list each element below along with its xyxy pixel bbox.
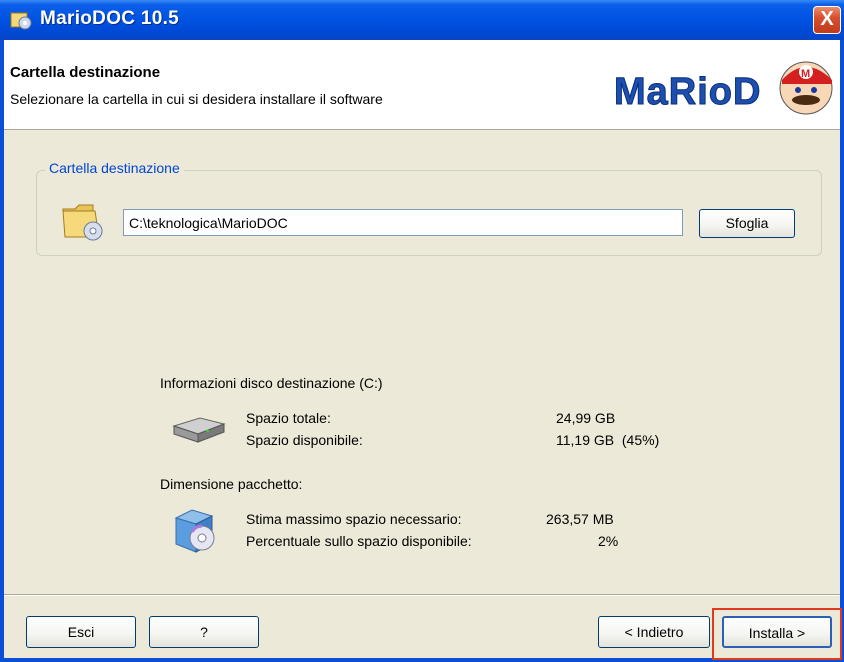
install-button[interactable]: Installa > [722,616,832,648]
percent-space-label: Percentuale sullo spazio disponibile: [246,533,472,549]
page-subtitle: Selezionare la cartella in cui si deside… [10,91,383,107]
available-space-value: 11,19 GB (45%) [556,432,660,448]
max-space-value: 263,57 MB [546,511,614,527]
close-button[interactable]: X [813,6,841,34]
available-space-label: Spazio disponibile: [246,432,363,448]
header-panel: Cartella destinazione Selezionare la car… [4,40,840,130]
package-size-heading: Dimensione pacchetto: [160,476,303,492]
group-legend: Cartella destinazione [45,160,184,176]
exit-button[interactable]: Esci [26,616,136,648]
page-title: Cartella destinazione [10,64,161,81]
svg-text:M: M [801,68,810,80]
back-button[interactable]: < Indietro [598,616,710,648]
total-space-label: Spazio totale: [246,410,331,426]
max-space-label: Stima massimo spazio necessario: [246,511,462,527]
disk-info-heading: Informazioni disco destinazione (C:) [160,375,383,391]
total-space-value: 24,99 GB [556,410,616,426]
app-icon [10,12,32,30]
hard-disk-icon [172,417,226,443]
window-frame-left [0,40,4,662]
mariodoc-logo: MaRioD M [614,61,833,115]
window-frame-right [840,40,844,662]
window-frame-bottom [0,658,844,662]
destination-group: Cartella destinazione Sfoglia [36,160,822,256]
svg-text:MaRioD: MaRioD [614,71,761,113]
footer-separator [4,594,840,596]
destination-path-input[interactable] [123,209,683,236]
title-bar[interactable]: MarioDOC 10.5 X [0,0,844,40]
percent-space-value: 2% [598,533,619,549]
installer-window: MarioDOC 10.5 X Cartella destinazione Se… [0,0,844,662]
window-title: MarioDOC 10.5 [40,8,180,29]
install-package-icon [174,509,215,553]
help-button[interactable]: ? [149,616,259,648]
folder-icon [62,204,103,241]
browse-button[interactable]: Sfoglia [699,209,795,238]
